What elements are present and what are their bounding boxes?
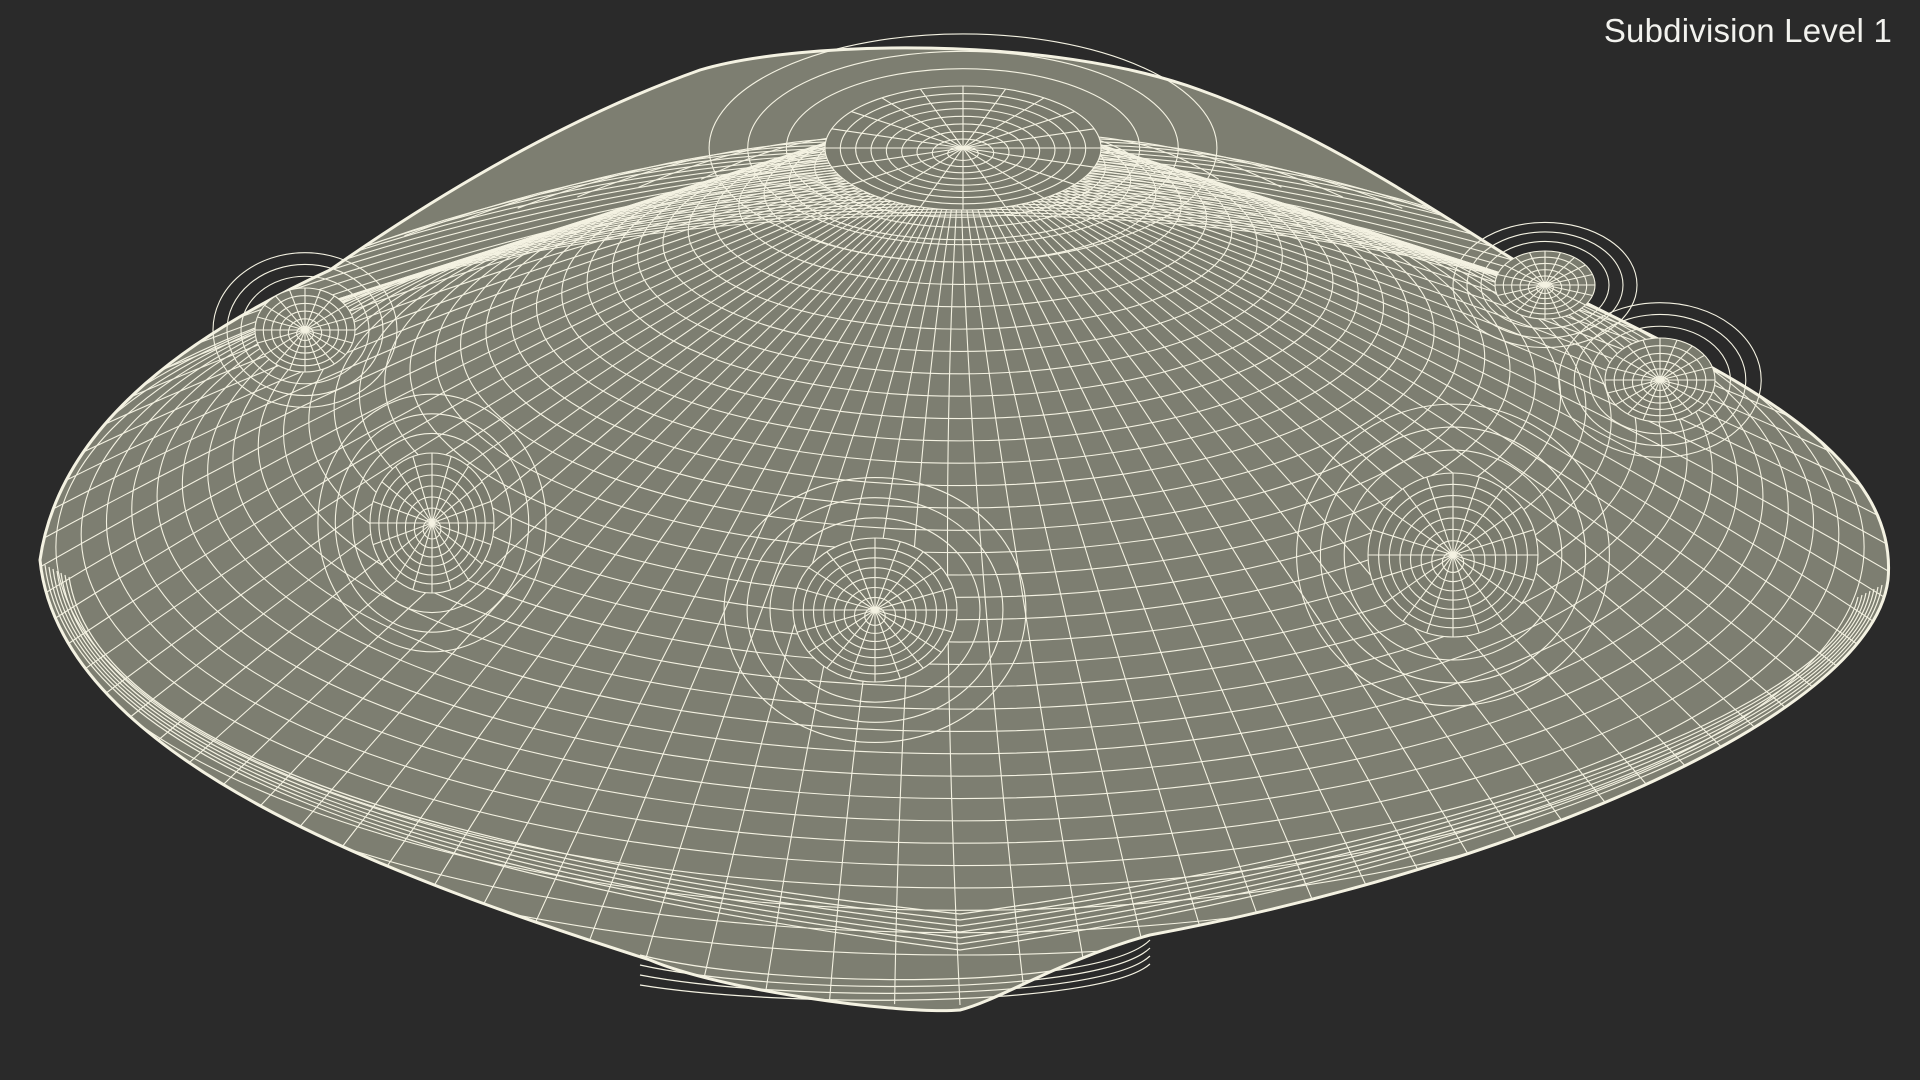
render-viewport: Subdivision Level 1 [0,0,1920,1080]
subdivision-label: Subdivision Level 1 [1603,12,1892,49]
handpan-wireframe-render [38,33,1891,1013]
